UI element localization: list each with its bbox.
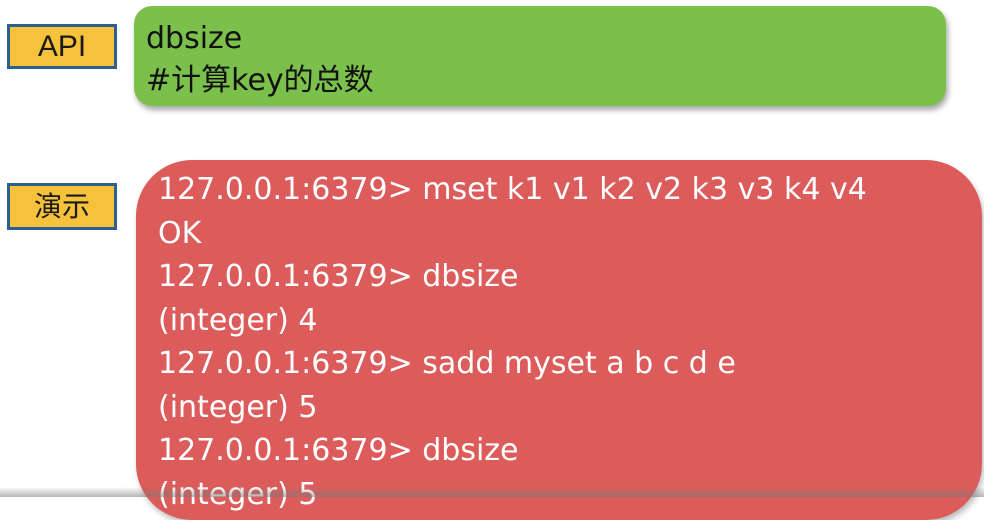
slide: API dbsize #计算key的总数 演示 127.0.0.1:6379> … <box>0 0 984 520</box>
terminal-line: (integer) 5 <box>158 389 318 425</box>
demo-tag: 演示 <box>7 183 117 230</box>
demo-terminal-box: 127.0.0.1:6379> mset k1 v1 k2 v2 k3 v3 k… <box>136 160 982 520</box>
api-command: dbsize <box>146 21 243 56</box>
api-description-box: dbsize #计算key的总数 <box>134 6 946 106</box>
api-tag: API <box>7 24 117 69</box>
video-bottom-bar <box>0 487 984 497</box>
api-tag-label: API <box>37 29 87 63</box>
terminal-line: 127.0.0.1:6379> dbsize <box>158 433 519 468</box>
terminal-line: OK <box>158 215 202 251</box>
terminal-line: (integer) 4 <box>158 302 318 338</box>
terminal-line: 127.0.0.1:6379> dbsize <box>158 259 519 294</box>
demo-tag-label: 演示 <box>33 189 90 223</box>
terminal-line: 127.0.0.1:6379> mset k1 v1 k2 v2 k3 v3 k… <box>158 172 867 207</box>
api-comment: #计算key的总数 <box>146 63 374 98</box>
terminal-line: 127.0.0.1:6379> sadd myset a b c d e <box>158 346 736 381</box>
